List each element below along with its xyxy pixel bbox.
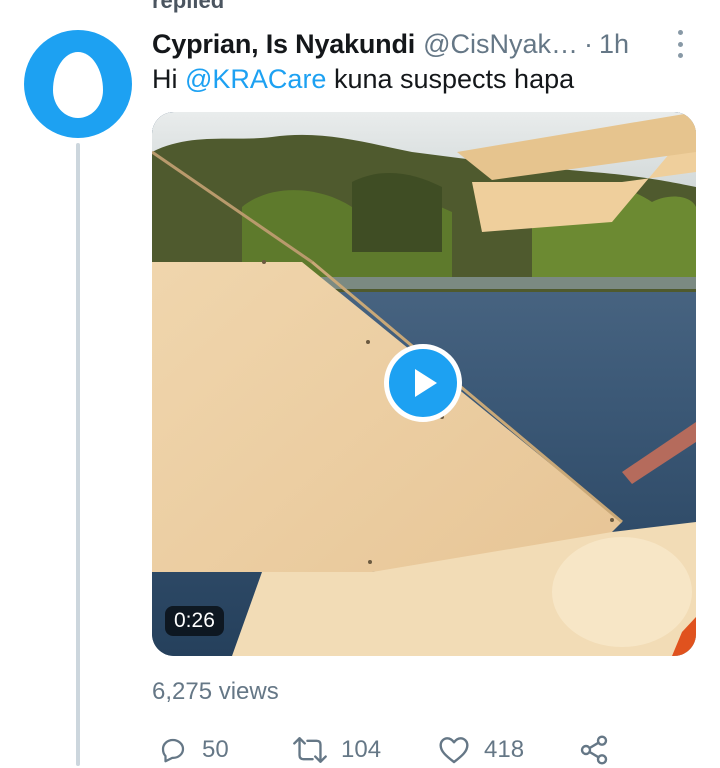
like-count: 418 — [484, 736, 525, 763]
retweet-count: 104 — [341, 736, 382, 763]
play-button[interactable] — [384, 344, 462, 422]
separator-dot: · — [584, 28, 593, 59]
egg-avatar-icon — [53, 52, 103, 118]
reply-button[interactable]: 50 — [158, 732, 229, 768]
share-icon — [580, 735, 608, 765]
display-name[interactable]: Cyprian, Is Nyakundi — [152, 29, 415, 60]
tweet-actions: 50 104 418 — [158, 732, 618, 768]
play-icon — [415, 369, 437, 397]
mention-link[interactable]: @KRACare — [185, 64, 326, 94]
tweet-text: Hi @KRACare kuna suspects hapa — [152, 64, 574, 95]
view-count: 6,275 views — [152, 678, 279, 705]
tweet-text-end: kuna suspects hapa — [326, 64, 575, 94]
user-handle[interactable]: @CisNyak… — [423, 29, 578, 60]
share-button[interactable] — [578, 732, 610, 768]
reply-icon — [161, 738, 185, 763]
heart-icon — [439, 737, 469, 764]
tweet-timestamp[interactable]: 1h — [599, 29, 629, 60]
like-button[interactable]: 418 — [438, 732, 524, 768]
video-duration-badge: 0:26 — [165, 606, 224, 636]
retweet-button[interactable]: 104 — [293, 732, 381, 768]
reply-count: 50 — [202, 736, 229, 763]
more-vertical-icon[interactable] — [675, 30, 685, 58]
tweet-header: Cyprian, Is Nyakundi @CisNyak… · 1h — [152, 28, 692, 60]
video-player[interactable]: 0:26 — [152, 112, 696, 656]
retweet-icon — [293, 737, 327, 763]
avatar[interactable] — [24, 30, 132, 138]
reply-context-label: replied — [152, 0, 225, 13]
tweet-text-start: Hi — [152, 64, 185, 94]
thread-line — [76, 143, 80, 766]
